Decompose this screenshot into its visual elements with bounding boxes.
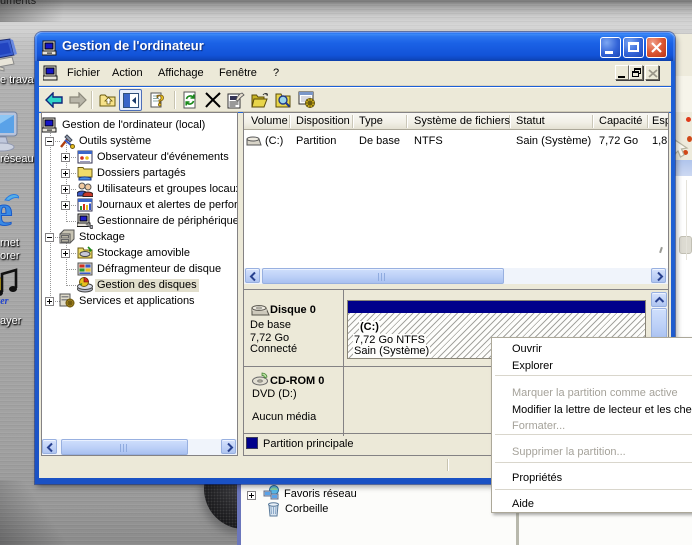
svg-text:?: ? [156, 91, 165, 109]
svg-text:layer: layer [0, 296, 9, 306]
